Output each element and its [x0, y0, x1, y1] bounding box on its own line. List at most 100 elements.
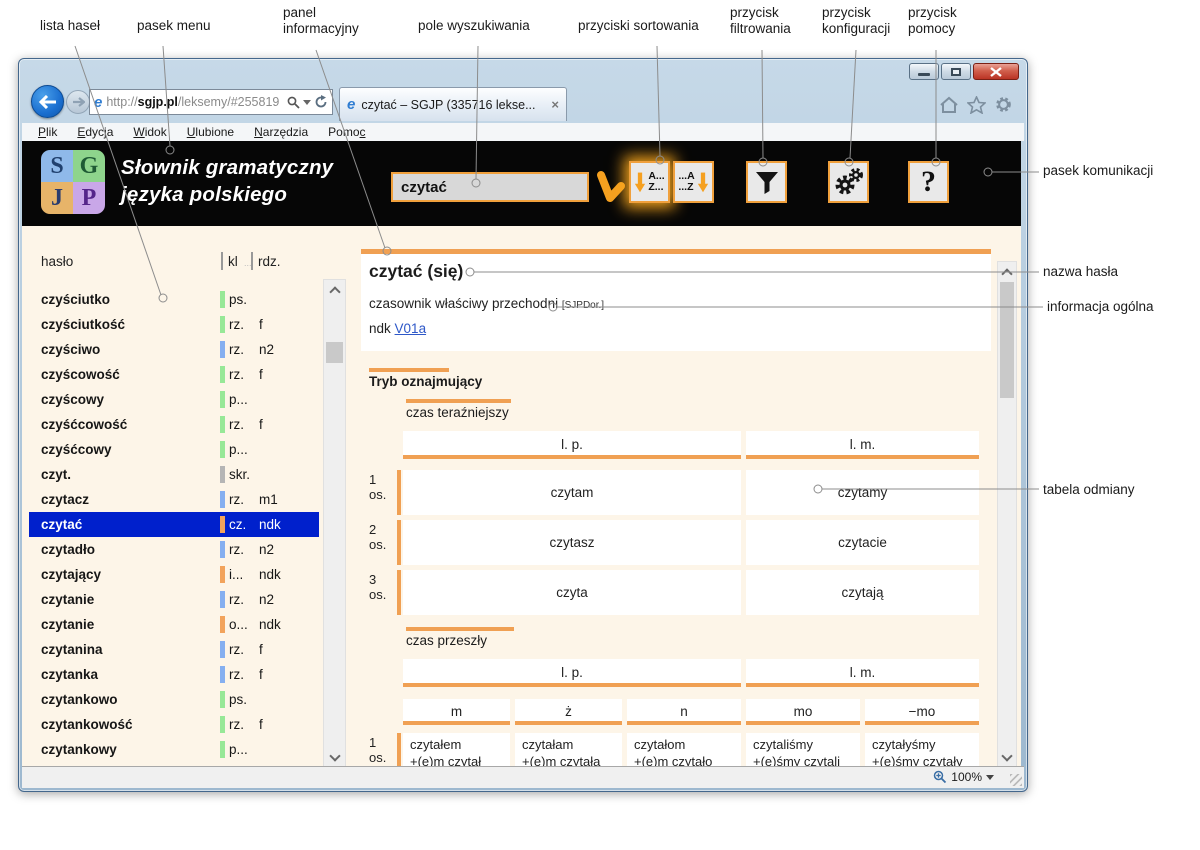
address-bar[interactable]: e http://sgjp.pl/leksemy/#255819 [89, 89, 333, 115]
inflection-row: 3os.czytaczytają [369, 570, 979, 615]
annotation-przycisk-konfiguracji: przycisk konfiguracji [822, 5, 890, 37]
menu-bar: Plik Edycja Widok Ulubione Narzędzia Pomoc [22, 123, 1024, 141]
list-item-word: czyt. [41, 462, 71, 487]
list-item[interactable]: czyśćcowośćrz.f [29, 412, 319, 437]
list-item-subclass: f [259, 412, 263, 437]
back-button[interactable] [31, 85, 64, 118]
search-icon[interactable] [287, 96, 300, 109]
settings-button[interactable] [828, 161, 869, 203]
scroll-up-icon[interactable] [1001, 268, 1012, 279]
sort-ascending-button[interactable]: A...Z... [629, 161, 670, 203]
list-item[interactable]: czytającyi...ndk [29, 562, 319, 587]
gender-header: mo [746, 699, 860, 725]
class-color-bar-icon [220, 616, 225, 633]
close-button[interactable] [973, 63, 1019, 80]
refresh-icon[interactable] [314, 95, 328, 109]
forward-button[interactable] [66, 90, 90, 114]
list-item[interactable]: czytaninarz.f [29, 637, 319, 662]
scrollbar-thumb[interactable] [326, 342, 343, 363]
minimize-button[interactable] [909, 63, 939, 80]
filter-button[interactable] [746, 161, 787, 203]
list-item-class: rz. [229, 487, 244, 512]
sgjp-logo: S G J P [41, 150, 105, 214]
browser-window: e http://sgjp.pl/leksemy/#255819 e czyta… [18, 58, 1028, 792]
word-list-header: hasło kl ... rdz. [22, 254, 322, 274]
list-item[interactable]: czytankowyp... [29, 737, 319, 762]
number-header-pl: l. m. [746, 659, 979, 687]
person-label: 3os. [369, 572, 386, 602]
table-cell: czytacie [746, 520, 979, 565]
list-item-subclass: f [259, 312, 263, 337]
list-item[interactable]: czytankarz.f [29, 662, 319, 687]
sort-descending-button[interactable]: ...A...Z [673, 161, 714, 203]
detail-scrollbar[interactable] [997, 261, 1017, 768]
list-item[interactable]: czyściutkość rz. f [29, 312, 319, 337]
annotation-lista-hasel: lista haseł [40, 18, 100, 34]
logo-letter: J [41, 182, 73, 214]
menu-item[interactable]: Ulubione [187, 125, 234, 139]
scroll-up-icon[interactable] [329, 286, 340, 297]
scroll-down-icon[interactable] [1001, 750, 1012, 761]
pattern-link[interactable]: V01a [395, 321, 427, 336]
class-color-bar-icon [220, 641, 225, 658]
list-item-class: i... [229, 562, 243, 587]
class-color-bar-icon [220, 291, 225, 308]
list-item[interactable]: czytanieo...ndk [29, 612, 319, 637]
list-item-word: czyściutkość [41, 312, 125, 337]
list-item[interactable]: czyściworz.n2 [29, 337, 319, 362]
tab-close-icon[interactable]: × [551, 98, 559, 111]
list-item[interactable]: czytanierz.n2 [29, 587, 319, 612]
tab-favicon: e [347, 97, 355, 112]
scrollbar-thumb[interactable] [1000, 282, 1014, 398]
row-accent-bar [397, 470, 401, 515]
list-item-word: czytacz [41, 487, 89, 512]
number-header-sg: l. p. [403, 659, 741, 687]
menu-item[interactable]: Widok [133, 125, 166, 139]
list-item[interactable]: czyścowośćrz.f [29, 362, 319, 387]
list-item-class: p... [229, 387, 248, 412]
column-haslo: hasło [41, 254, 73, 269]
menu-item[interactable]: Edycja [77, 125, 113, 139]
column-rdz: rdz. [258, 254, 281, 269]
restore-button[interactable] [941, 63, 971, 80]
down-arrow-icon [634, 169, 646, 195]
list-item-subclass: ndk [259, 612, 281, 637]
list-item[interactable]: czyśćcowyp... [29, 437, 319, 462]
list-item[interactable]: czyścowyp... [29, 387, 319, 412]
help-button[interactable]: ? [908, 161, 949, 203]
list-item[interactable]: czytaczrz.m1 [29, 487, 319, 512]
list-item[interactable]: czytankowośćrz.f [29, 712, 319, 737]
annotation-pasek-komunikacji: pasek komunikacji [1043, 163, 1153, 179]
search-input[interactable] [391, 172, 589, 202]
list-item-subclass: ndk [259, 512, 281, 537]
word-list-scrollbar[interactable] [323, 279, 346, 768]
navigation-bar: e http://sgjp.pl/leksemy/#255819 e czyta… [19, 85, 1027, 123]
class-color-bar-icon [220, 416, 225, 433]
address-dropdown-icon[interactable] [303, 100, 311, 105]
menu-item[interactable]: Narzędzia [254, 125, 308, 139]
list-item[interactable]: czyściutkops. [29, 287, 319, 312]
list-item[interactable]: czytankowops. [29, 687, 319, 712]
entry-aspect-line: ndk V01a [369, 321, 426, 336]
tools-gear-icon[interactable] [994, 95, 1013, 114]
resize-grip[interactable] [1010, 774, 1022, 786]
list-item[interactable]: czyt.skr. [29, 462, 319, 487]
forward-arrow-icon [72, 97, 85, 107]
list-item-class: rz. [229, 637, 244, 662]
favorites-star-icon[interactable] [967, 96, 986, 114]
browser-tab[interactable]: e czytać – SGJP (335716 lekse... × [339, 87, 567, 121]
scroll-down-icon[interactable] [329, 750, 340, 761]
question-mark-icon: ? [921, 165, 936, 199]
home-icon[interactable] [939, 96, 959, 114]
zoom-control[interactable]: 100% [933, 770, 994, 784]
list-item[interactable]: czytaćcz.ndk [29, 512, 319, 537]
window-controls [909, 63, 1019, 80]
list-item-class: rz. [229, 362, 244, 387]
down-arrow-icon [697, 169, 709, 195]
list-item-word: czyścowość [41, 362, 120, 387]
list-item-class: rz. [229, 312, 244, 337]
list-item-subclass: f [259, 662, 263, 687]
list-item[interactable]: czytadłorz.n2 [29, 537, 319, 562]
menu-item[interactable]: Plik [38, 125, 57, 139]
menu-item[interactable]: Pomoc [328, 125, 365, 139]
